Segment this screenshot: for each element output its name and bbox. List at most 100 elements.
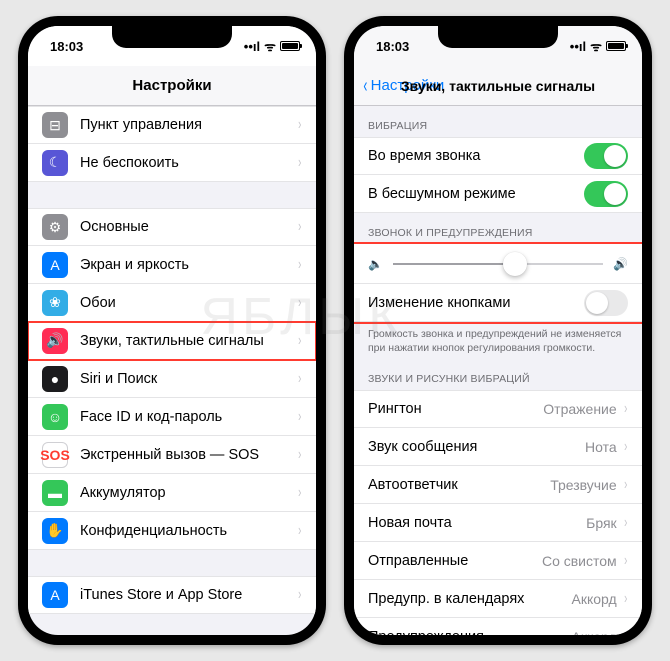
chevron-right-icon: › — [624, 514, 627, 532]
volume-slider[interactable] — [393, 263, 603, 265]
sound-row-reminder-alerts[interactable]: ПредупрежденияАккорд› — [354, 618, 642, 635]
row-label: Конфиденциальность — [80, 523, 297, 539]
settings-row-wallpaper[interactable]: ❀ Обои› — [28, 284, 316, 322]
display-brightness-icon: A — [42, 252, 68, 278]
row-label: Основные — [80, 219, 297, 235]
status-indicators: ••ıl ᯤ — [570, 37, 626, 55]
row-detail: Бряк — [586, 515, 617, 531]
sound-row-calendar-alerts[interactable]: Предупр. в календаряхАккорд› — [354, 580, 642, 618]
row-label: Звуки, тактильные сигналы — [80, 333, 297, 349]
row-label: Предупр. в календарях — [368, 591, 572, 607]
chevron-right-icon: › — [298, 408, 301, 426]
row-label: Изменение кнопками — [368, 295, 584, 311]
row-label: Face ID и код-пароль — [80, 409, 297, 425]
status-indicators: ••ıl ᯤ — [244, 37, 300, 55]
toggle-vibrate-ring[interactable] — [584, 143, 628, 169]
back-button[interactable]: ‹ Настройки — [362, 76, 444, 96]
settings-list[interactable]: ⊟Пункт управления›☾Не беспокоить› ⚙ Основн… — [28, 106, 316, 635]
change-with-buttons-row[interactable]: Изменение кнопками — [354, 284, 642, 322]
general-icon: ⚙ — [42, 214, 68, 240]
sound-row-voicemail[interactable]: АвтоответчикТрезвучие › — [354, 466, 642, 504]
notch — [112, 26, 232, 48]
wifi-icon: ᯤ — [590, 37, 602, 55]
volume-slider-row[interactable]: 🔈 🔊 — [354, 244, 642, 284]
row-label: Рингтон — [368, 401, 543, 417]
chevron-right-icon: › — [298, 522, 301, 540]
volume-high-icon: 🔊 — [613, 257, 628, 271]
wifi-icon: ᯤ — [264, 37, 276, 55]
row-label: Аккумулятор — [80, 485, 297, 501]
row-detail: Трезвучие — [550, 477, 616, 493]
group-header-sounds: ЗВУКИ И РИСУНКИ ВИБРАЦИЙ — [354, 359, 642, 390]
settings-row-emergency-sos[interactable]: SOSЭкстренный вызов — SOS› — [28, 436, 316, 474]
row-label: iTunes Store и App Store — [80, 587, 297, 603]
vibrate-on-silent-row[interactable]: В бесшумном режиме — [354, 175, 642, 213]
row-detail: Отражение — [543, 401, 616, 417]
chevron-right-icon: › — [624, 400, 627, 418]
settings-row-control-center[interactable]: ⊟Пункт управления› — [28, 106, 316, 144]
chevron-right-icon: › — [624, 476, 627, 494]
chevron-right-icon: › — [624, 590, 627, 608]
row-detail: Нота — [585, 439, 617, 455]
chevron-right-icon: › — [298, 446, 301, 464]
sound-row-new-mail[interactable]: Новая почтаБряк › — [354, 504, 642, 542]
settings-row-privacy[interactable]: ✋ Конфиденциальность› — [28, 512, 316, 550]
battery-icon — [280, 41, 300, 51]
group-header-ringer: ЗВОНОК И ПРЕДУПРЕЖДЕНИЯ — [354, 213, 642, 244]
siri-search-icon: ● — [42, 366, 68, 392]
page-title: Настройки — [28, 77, 316, 94]
chevron-right-icon: › — [298, 218, 301, 236]
chevron-right-icon: › — [298, 294, 301, 312]
row-detail: Со свистом — [542, 553, 617, 569]
row-label: Во время звонка — [368, 148, 584, 164]
sound-row-sent-mail[interactable]: ОтправленныеСо свистом› — [354, 542, 642, 580]
chevron-right-icon: › — [298, 154, 301, 172]
row-label: Пункт управления — [80, 117, 297, 133]
notch — [438, 26, 558, 48]
ringer-footer: Громкость звонка и предупреждений не изм… — [354, 322, 642, 359]
settings-row-general[interactable]: ⚙ Основные› — [28, 208, 316, 246]
chevron-right-icon: › — [298, 256, 301, 274]
settings-row-itunes-appstore[interactable]: AiTunes Store и App Store› — [28, 576, 316, 614]
chevron-right-icon: › — [298, 586, 301, 604]
itunes-appstore-icon: A — [42, 582, 68, 608]
sounds-settings[interactable]: ВИБРАЦИЯ Во время звонка В бесшумном реж… — [354, 106, 642, 635]
settings-row-do-not-disturb[interactable]: ☾Не беспокоить› — [28, 144, 316, 182]
status-time: 18:03 — [376, 39, 409, 54]
settings-row-sounds-haptics[interactable]: 🔊Звуки, тактильные сигналы› — [28, 322, 316, 360]
toggle-change-buttons[interactable] — [584, 290, 628, 316]
row-label: Отправленные — [368, 553, 542, 569]
status-time: 18:03 — [50, 39, 83, 54]
screen-left: 18:03 ••ıl ᯤ Настройки ⊟Пункт управления… — [28, 26, 316, 635]
sound-row-text-tone[interactable]: Звук сообщенияНота› — [354, 428, 642, 466]
row-label: Автоответчик — [368, 477, 550, 493]
row-label: Новая почта — [368, 515, 586, 531]
back-label: Настройки — [371, 77, 445, 94]
slider-thumb[interactable] — [503, 252, 527, 276]
row-label: Обои — [80, 295, 297, 311]
group-gap — [28, 614, 316, 635]
wallpaper-icon: ❀ — [42, 290, 68, 316]
phone-frame-left: 18:03 ••ıl ᯤ Настройки ⊟Пункт управления… — [18, 16, 326, 645]
row-label: В бесшумном режиме — [368, 186, 584, 202]
row-detail: Аккорд — [572, 629, 617, 635]
settings-row-faceid-passcode[interactable]: ☺ Face ID и код-пароль› — [28, 398, 316, 436]
battery-icon — [606, 41, 626, 51]
privacy-icon: ✋ — [42, 518, 68, 544]
settings-row-display-brightness[interactable]: AЭкран и яркость› — [28, 246, 316, 284]
screen-right: 18:03 ••ıl ᯤ ‹ Настройки Звуки, тактильн… — [354, 26, 642, 635]
settings-row-battery[interactable]: ▬Аккумулятор› — [28, 474, 316, 512]
signal-icon: ••ıl — [570, 39, 586, 54]
chevron-left-icon: ‹ — [363, 76, 367, 96]
chevron-right-icon: › — [624, 628, 627, 635]
settings-row-siri-search[interactable]: ●Siri и Поиск› — [28, 360, 316, 398]
phone-frame-right: 18:03 ••ıl ᯤ ‹ Настройки Звуки, тактильн… — [344, 16, 652, 645]
emergency-sos-icon: SOS — [42, 442, 68, 468]
sound-row-ringtone[interactable]: РингтонОтражение › — [354, 390, 642, 428]
toggle-vibrate-silent[interactable] — [584, 181, 628, 207]
group-gap — [28, 550, 316, 576]
row-label: Звук сообщения — [368, 439, 585, 455]
faceid-passcode-icon: ☺ — [42, 404, 68, 430]
vibrate-on-ring-row[interactable]: Во время звонка — [354, 137, 642, 175]
chevron-right-icon: › — [298, 484, 301, 502]
